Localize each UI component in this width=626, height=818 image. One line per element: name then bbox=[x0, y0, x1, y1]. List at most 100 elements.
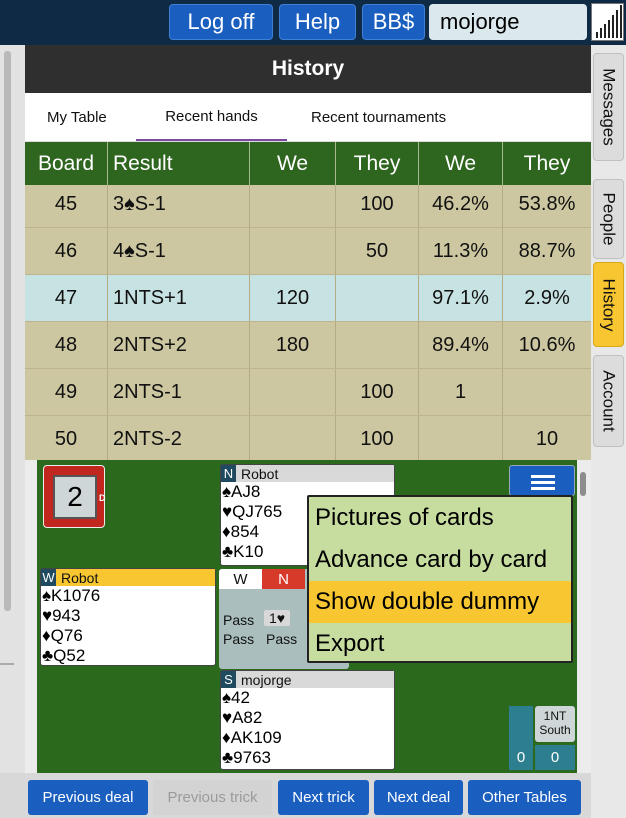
side-tab-account[interactable]: Account bbox=[593, 355, 624, 447]
gutter-divider bbox=[0, 663, 14, 665]
table-row[interactable]: 50 2NTS-2 100 10 bbox=[25, 416, 591, 460]
cell-we: 120 bbox=[250, 275, 336, 321]
west-hand[interactable]: W Robot ♠K1076 ♥943 ♦Q76 ♣Q52 bbox=[40, 568, 216, 666]
menu-item-pictures-of-cards[interactable]: Pictures of cards bbox=[309, 497, 571, 539]
south-player-name[interactable]: mojorge bbox=[241, 672, 292, 688]
cell-they-pct: 10.6% bbox=[518, 333, 576, 356]
cell-we bbox=[250, 185, 336, 227]
west-clubs[interactable]: ♣Q52 bbox=[41, 646, 215, 666]
history-tabs: My Table Recent hands Recent tournaments bbox=[25, 93, 591, 142]
cell-they: 100 bbox=[336, 369, 419, 415]
side-tab-people[interactable]: People bbox=[593, 179, 624, 259]
cell-board: 45 bbox=[25, 185, 108, 227]
south-hand[interactable]: Smojorge ♠42 ♥A82 ♦AK109 ♣9763 bbox=[220, 670, 395, 770]
col-they-pct[interactable]: They bbox=[503, 142, 591, 185]
north-player-name[interactable]: Robot bbox=[241, 466, 278, 482]
side-tab-history[interactable]: History bbox=[593, 262, 624, 347]
auction-bid: Pass bbox=[223, 631, 255, 647]
table-scrollbar[interactable] bbox=[580, 472, 586, 496]
cell-board: 48 bbox=[25, 322, 108, 368]
south-dir: S bbox=[221, 671, 236, 688]
results-table-header: Board Result We They We They bbox=[25, 142, 591, 185]
contract-declarer: South bbox=[539, 723, 571, 737]
south-diamonds[interactable]: ♦AK109 bbox=[221, 728, 394, 748]
menu-item-export[interactable]: Export bbox=[309, 623, 571, 661]
table-row[interactable]: 49 2NTS-1 100 1 bbox=[25, 369, 591, 416]
west-diamonds[interactable]: ♦Q76 bbox=[41, 626, 215, 646]
table-options-menu: Pictures of cards Advance card by card S… bbox=[307, 495, 573, 663]
cell-we: 180 bbox=[250, 322, 336, 368]
tab-my-table[interactable]: My Table bbox=[47, 93, 107, 141]
table-menu-button[interactable] bbox=[509, 465, 575, 496]
contract-value: 1NT bbox=[543, 709, 567, 723]
other-tables-button[interactable]: Other Tables bbox=[468, 780, 581, 815]
help-button[interactable]: Help bbox=[279, 4, 356, 40]
col-we-pct[interactable]: We bbox=[419, 142, 503, 185]
panel-title: History bbox=[25, 45, 591, 93]
top-bar: Log off Help BB$ mojorge bbox=[0, 0, 626, 45]
cell-we bbox=[250, 416, 336, 460]
results-table-body: 45 3♠S-1 100 46.2% 53.8% 46 4♠S-1 50 11.3% 88.7% 4… bbox=[25, 185, 591, 460]
table-row[interactable]: 48 2NTS+2 180 89.4% 10.6% bbox=[25, 322, 591, 369]
north-dir: N bbox=[221, 465, 236, 482]
west-spades[interactable]: ♠K1076 bbox=[41, 586, 215, 606]
cell-we-pct: 46.2% bbox=[419, 185, 503, 227]
cell-we-pct: 11.3% bbox=[419, 228, 503, 274]
table-row[interactable]: 47 1NTS+1 120 97.1% 2.9% bbox=[25, 275, 591, 322]
tab-recent-tournaments[interactable]: Recent tournaments bbox=[311, 93, 446, 141]
cell-result: 1NTS+1 bbox=[108, 275, 250, 321]
west-hearts[interactable]: ♥943 bbox=[41, 606, 215, 626]
south-spades[interactable]: ♠42 bbox=[221, 688, 394, 708]
cell-they: 100 bbox=[336, 185, 419, 227]
cell-board: 50 bbox=[25, 416, 108, 460]
side-tab-column: Messages People History Account bbox=[591, 45, 626, 818]
contract-indicator: 1NT South bbox=[535, 706, 575, 742]
cell-board: 47 bbox=[25, 275, 108, 321]
cell-we-pct: 89.4% bbox=[419, 322, 503, 368]
table-row[interactable]: 45 3♠S-1 100 46.2% 53.8% bbox=[25, 185, 591, 228]
hamburger-icon bbox=[531, 475, 555, 478]
col-they-score[interactable]: They bbox=[336, 142, 419, 185]
cell-we bbox=[250, 228, 336, 274]
auction-bid: Pass bbox=[223, 612, 255, 628]
col-board[interactable]: Board bbox=[25, 142, 108, 185]
left-gutter bbox=[0, 45, 25, 818]
cell-result: 3♠S-1 bbox=[108, 185, 250, 227]
left-scrollbar[interactable] bbox=[4, 51, 11, 611]
south-hearts[interactable]: ♥A82 bbox=[221, 708, 394, 728]
signal-strength-icon bbox=[591, 3, 624, 41]
auction-bid: Pass bbox=[266, 631, 298, 647]
cell-they-pct: 88.7% bbox=[518, 239, 576, 262]
menu-item-show-double-dummy[interactable]: Show double dummy bbox=[309, 581, 571, 623]
log-off-button[interactable]: Log off bbox=[169, 4, 273, 40]
previous-deal-button[interactable]: Previous deal bbox=[28, 780, 148, 815]
cell-result: 2NTS-1 bbox=[108, 369, 250, 415]
auction-bid: 1♥ bbox=[264, 610, 291, 626]
board-indicator: 2 D bbox=[43, 465, 106, 528]
cell-they bbox=[336, 275, 419, 321]
next-deal-button[interactable]: Next deal bbox=[374, 780, 463, 815]
bb-dollars-button[interactable]: BB$ bbox=[362, 4, 425, 40]
username-button[interactable]: mojorge bbox=[429, 4, 587, 40]
col-we-score[interactable]: We bbox=[250, 142, 336, 185]
south-clubs[interactable]: ♣9763 bbox=[221, 748, 394, 768]
cell-board: 46 bbox=[25, 228, 108, 274]
auction-col-north: N bbox=[262, 569, 305, 589]
col-result[interactable]: Result bbox=[108, 142, 250, 185]
cell-they-pct: 2.9% bbox=[524, 286, 570, 309]
previous-trick-button[interactable]: Previous trick bbox=[153, 780, 272, 815]
west-dir: W bbox=[41, 569, 56, 586]
next-trick-button[interactable]: Next trick bbox=[278, 780, 369, 815]
cell-result: 2NTS-2 bbox=[108, 416, 250, 460]
history-panel: History My Table Recent hands Recent tou… bbox=[25, 45, 591, 496]
menu-item-advance-card-by-card[interactable]: Advance card by card bbox=[309, 539, 571, 581]
side-tab-messages[interactable]: Messages bbox=[593, 53, 624, 161]
cell-result: 4♠S-1 bbox=[108, 228, 250, 274]
board-number: 2 bbox=[53, 475, 97, 519]
table-row[interactable]: 46 4♠S-1 50 11.3% 88.7% bbox=[25, 228, 591, 275]
tricks-ns: 0 bbox=[509, 706, 533, 770]
cell-they bbox=[336, 322, 419, 368]
west-player-name[interactable]: Robot bbox=[61, 570, 98, 586]
auction-col-west: W bbox=[219, 569, 262, 589]
tab-recent-hands[interactable]: Recent hands bbox=[136, 93, 287, 141]
